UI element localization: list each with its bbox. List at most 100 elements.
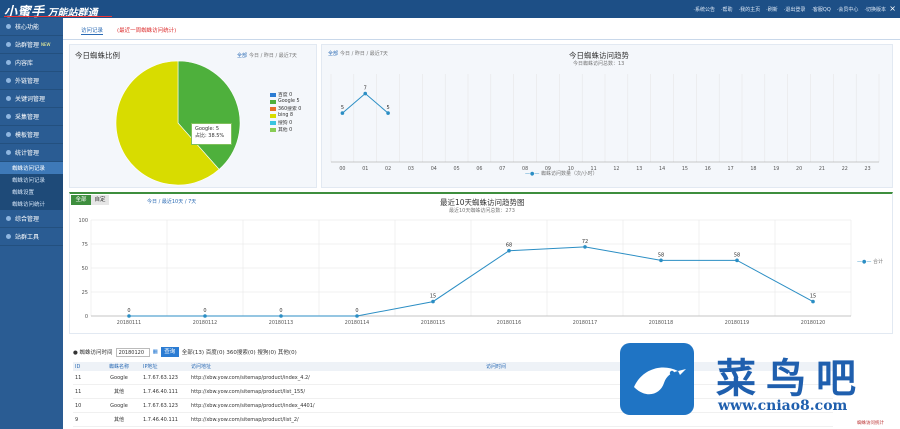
filter-row: ● 蜘蛛访问时间 20180120 ▦ 查询 全部(13) 百度(0) 360搜… <box>73 347 297 357</box>
legend-item[interactable]: bing 8 <box>270 112 301 119</box>
hourly-all-link[interactable]: 全部 <box>328 50 338 57</box>
data-label: 58 <box>658 252 664 258</box>
x-tick-label: 07 <box>499 166 505 172</box>
cell: 9 <box>75 416 79 423</box>
bullet-icon <box>6 78 11 83</box>
data-point <box>355 314 359 318</box>
topnav-item[interactable]: ·退出登录 <box>784 6 806 13</box>
sidebar-item-label: 采集管理 <box>15 114 40 121</box>
x-tick-label: 20180116 <box>497 320 521 326</box>
data-point <box>279 314 283 318</box>
sidebar-item-label: 综合管理 <box>15 216 40 223</box>
x-tick-label: 23 <box>865 166 871 172</box>
sidebar-subitem[interactable]: 蜘蛛设置 <box>0 186 63 198</box>
bullet-icon <box>6 96 11 101</box>
x-tick-label: 13 <box>636 166 642 172</box>
sidebar-subitem[interactable]: 蜘蛛访问统计 <box>0 198 63 210</box>
filter-options[interactable]: 全部(13) 百度(0) 360搜索(0) 搜狗(0) 其他(0) <box>182 348 297 356</box>
series-line <box>342 92 389 114</box>
sidebar-item-keywords[interactable]: 关键词管理 <box>0 90 63 108</box>
sidebar-subitem[interactable]: 蜘蛛访问记录 <box>0 174 63 186</box>
sidebar-item-links[interactable]: 外链管理 <box>0 72 63 90</box>
topnav-item[interactable]: ·会员中心 <box>837 6 859 13</box>
data-label: 0 <box>203 308 206 314</box>
topnav-item[interactable]: ·系统公告 <box>693 6 715 13</box>
all-button[interactable]: 全部 <box>71 195 91 205</box>
data-label: 72 <box>582 239 588 245</box>
sidebar-item-label: 站群管理 <box>15 42 40 49</box>
tab-access-log[interactable]: 访问记录 <box>81 26 104 35</box>
sidebar-item-stats[interactable]: 统计管理 <box>0 144 63 162</box>
topnav-item[interactable]: ·刷新 <box>766 6 778 13</box>
query-button[interactable]: 查询 <box>160 347 179 357</box>
topnav-item[interactable]: ·客服QQ <box>811 6 830 13</box>
x-tick-label: 01 <box>362 166 368 172</box>
topnav-item[interactable]: ·我的主页 <box>739 6 761 13</box>
legend-item[interactable]: 360搜索 0 <box>270 105 301 112</box>
cell-link[interactable]: http://xbw.yow.com/sitemap/product/list_… <box>191 389 431 395</box>
data-point <box>583 245 587 249</box>
watermark-url: www.cniao8.com <box>718 398 848 414</box>
bullet-icon <box>6 132 11 137</box>
sidebar-item-sites[interactable]: 站群管理 NEW <box>0 36 63 54</box>
sidebar-item-collect[interactable]: 采集管理 <box>0 108 63 126</box>
x-tick-label: 20180114 <box>345 320 369 326</box>
data-label: 0 <box>355 308 358 314</box>
legend-swatch <box>270 120 276 125</box>
legend-item[interactable]: 其他 0 <box>270 126 301 133</box>
sidebar-item-tools[interactable]: 站群工具 <box>0 228 63 246</box>
sidebar-item-label: 核心功能 <box>15 24 40 31</box>
data-point <box>203 314 207 318</box>
filter-label: ● 蜘蛛访问时间 <box>73 350 113 356</box>
pie-date-range[interactable]: 今日 / 昨日 / 最近7天 <box>249 52 297 59</box>
trend-range-tabs[interactable]: 今日 / 最近10天 / 7天 <box>147 198 196 205</box>
sidebar-item-general[interactable]: 综合管理 <box>0 210 63 228</box>
cell: 1.7.67.63.123 <box>143 374 178 381</box>
data-point <box>735 258 739 263</box>
cell-link[interactable]: http://xbw.yow.com/sitemap/product/list_… <box>191 417 431 423</box>
cell-link[interactable]: http://xbw.yow.com/sitemap/product/index… <box>191 375 431 381</box>
bird-logo-icon <box>620 343 694 415</box>
hourly-legend-label: 蜘蛛访问数量（次/小时） <box>540 171 598 177</box>
x-tick-label: 20180119 <box>725 320 749 326</box>
data-label: 5 <box>341 105 344 111</box>
data-point <box>811 299 815 304</box>
legend-label: 百度 0 <box>278 93 293 98</box>
cell: 其他 <box>113 389 124 395</box>
data-label: 15 <box>430 294 436 300</box>
hourly-line-chart: 00 01 02 03 04 05 06 07 08 09 10 11 12 13 14 15 16 17 18 19… <box>330 74 880 172</box>
hourly-tabs[interactable]: 今日 / 昨日 / 最近7天 <box>340 50 388 57</box>
cell-link[interactable]: http://xbw.yow.com/sitemap/product/index… <box>191 403 431 409</box>
legend-marker-icon: —●— <box>525 171 540 177</box>
custom-button[interactable]: 自定 <box>91 195 109 205</box>
new-badge: NEW <box>41 42 51 47</box>
legend-item[interactable]: 百度 0 <box>270 91 301 98</box>
sidebar-item-templates[interactable]: 模板管理 <box>0 126 63 144</box>
bullet-icon <box>6 42 11 47</box>
trend-legend: —●— 合计 <box>857 258 883 265</box>
y-tick-label: 0 <box>85 314 88 320</box>
x-tick-label: 20180112 <box>193 320 217 326</box>
date-input[interactable]: 20180120 <box>115 347 150 357</box>
hourly-legend: —●— 蜘蛛访问数量（次/小时） <box>525 170 598 177</box>
close-icon[interactable]: × <box>889 4 896 13</box>
data-label: 68 <box>506 243 512 249</box>
tooltip-line: 占比: 38.5% <box>195 133 225 139</box>
topnav-item[interactable]: ·帮助 <box>721 6 733 13</box>
topnav-item[interactable]: ·切换版本 <box>864 6 886 13</box>
tooltip-line: Google: 5 <box>195 126 220 132</box>
sidebar-item-label: 内容库 <box>15 60 34 67</box>
sidebar-item-core[interactable]: 核心功能 <box>0 18 63 36</box>
x-tick-label: 03 <box>408 166 414 172</box>
legend-item[interactable]: Google 5 <box>270 98 301 105</box>
sidebar-subitem-active[interactable]: 蜘蛛访问记录 <box>0 162 63 174</box>
x-tick-label: 06 <box>476 166 482 172</box>
y-tick-label: 75 <box>82 242 88 248</box>
sidebar-item-content[interactable]: 内容库 <box>0 54 63 72</box>
data-label: 58 <box>734 252 740 258</box>
legend-label: 搜狗 0 <box>278 121 293 126</box>
tab-week-stats[interactable]: (最近一周蜘蛛访问统计) <box>117 26 176 34</box>
legend-item[interactable]: 搜狗 0 <box>270 119 301 126</box>
calendar-icon[interactable]: ▦ <box>153 349 158 355</box>
x-tick-label: 18 <box>750 166 756 172</box>
